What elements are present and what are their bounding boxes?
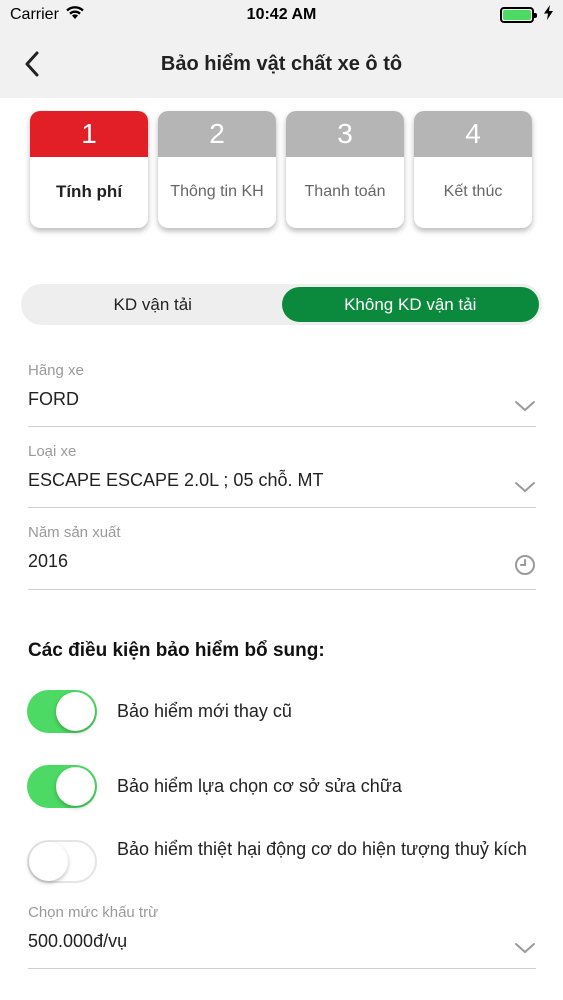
clock-icon xyxy=(515,555,535,575)
status-bar: Carrier 10:42 AM xyxy=(0,0,563,30)
step-3[interactable]: 3 Thanh toán xyxy=(286,111,404,228)
step-1[interactable]: 1 Tính phí xyxy=(30,111,148,228)
toggle-knob xyxy=(29,842,68,881)
deductible-label: Chọn mức khấu trừ xyxy=(28,904,159,921)
segment-khong-kd-van-tai[interactable]: Không KD vận tải xyxy=(281,287,539,322)
toggle-knob xyxy=(56,692,95,731)
step-2[interactable]: 2 Thông tin KH xyxy=(158,111,276,228)
model-select[interactable]: Loại xe ESCAPE ESCAPE 2.0L ; 05 chỗ. MT xyxy=(28,443,536,508)
step-label: Tính phí xyxy=(55,182,123,202)
brand-value: FORD xyxy=(28,389,79,409)
step-label: Thông tin KH xyxy=(170,183,264,201)
toggle-label: Bảo hiểm lựa chọn cơ sở sửa chữa xyxy=(117,776,402,796)
toggle-repair-shop[interactable] xyxy=(27,765,97,808)
step-number: 4 xyxy=(414,111,532,157)
toggle-row-repair-shop: Bảo hiểm lựa chọn cơ sở sửa chữa xyxy=(27,765,537,808)
step-number: 2 xyxy=(158,111,276,157)
nav-bar: Bảo hiểm vật chất xe ô tô xyxy=(0,30,563,98)
toggle-knob xyxy=(56,767,95,806)
page-title: Bảo hiểm vật chất xe ô tô xyxy=(160,52,403,75)
extra-conditions-title: Các điều kiện bảo hiểm bổ sung: xyxy=(28,640,325,661)
step-indicator: 1 Tính phí 2 Thông tin KH 3 Thanh toán 4… xyxy=(30,111,532,229)
model-value: ESCAPE ESCAPE 2.0L ; 05 chỗ. MT xyxy=(28,470,324,490)
step-label: Kết thúc xyxy=(443,183,503,201)
wifi-icon xyxy=(65,5,85,25)
chevron-left-icon xyxy=(25,51,39,77)
step-4[interactable]: 4 Kết thúc xyxy=(414,111,532,228)
chevron-down-icon xyxy=(515,943,535,954)
brand-select[interactable]: Hãng xe FORD xyxy=(28,362,536,427)
step-label: Thanh toán xyxy=(304,183,386,201)
battery-icon xyxy=(500,7,537,23)
segment-kd-van-tai[interactable]: KD vận tải xyxy=(24,287,282,322)
battery-fill xyxy=(503,10,531,20)
charging-icon xyxy=(544,5,553,25)
chevron-down-icon xyxy=(515,401,535,412)
step-number: 1 xyxy=(30,111,148,157)
status-right xyxy=(500,5,553,25)
year-value: 2016 xyxy=(28,551,69,571)
deductible-value: 500.000đ/vụ xyxy=(28,931,128,951)
status-left: Carrier xyxy=(10,5,85,25)
toggle-label: Bảo hiểm mới thay cũ xyxy=(117,701,292,721)
toggle-row-engine-water: Bảo hiểm thiệt hại động cơ do hiện tượng… xyxy=(27,836,537,883)
year-label: Năm sản xuất xyxy=(28,524,121,541)
year-picker[interactable]: Năm sản xuất 2016 xyxy=(28,524,536,590)
step-number: 3 xyxy=(286,111,404,157)
deductible-select[interactable]: Chọn mức khấu trừ 500.000đ/vụ xyxy=(28,904,536,969)
toggle-label: Bảo hiểm thiệt hại động cơ do hiện tượng… xyxy=(117,839,527,859)
toggle-engine-water[interactable] xyxy=(27,840,97,883)
business-type-segmented-control: KD vận tải Không KD vận tải xyxy=(21,284,542,325)
toggle-row-new-for-old: Bảo hiểm mới thay cũ xyxy=(27,690,537,733)
chevron-down-icon xyxy=(515,482,535,493)
model-label: Loại xe xyxy=(28,443,77,460)
back-button[interactable] xyxy=(14,46,50,82)
brand-label: Hãng xe xyxy=(28,362,84,379)
toggle-new-for-old[interactable] xyxy=(27,690,97,733)
carrier-label: Carrier xyxy=(10,6,59,23)
